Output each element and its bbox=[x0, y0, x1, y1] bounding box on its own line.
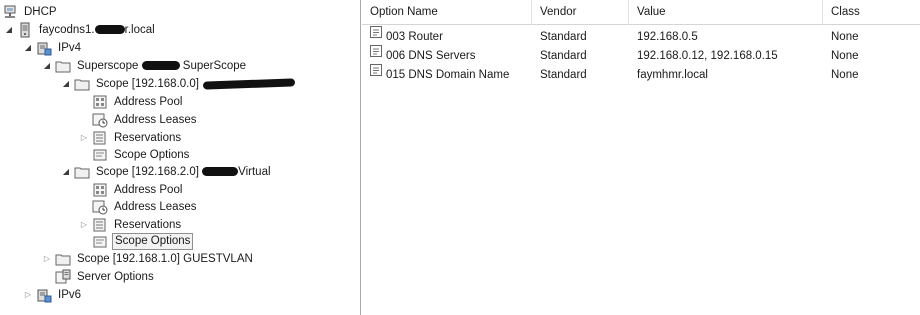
option-name-cell: 003 Router bbox=[370, 26, 532, 47]
tree-node-reservations[interactable]: ▷ Reservations bbox=[79, 216, 183, 233]
tree-label: faycodns1. r.local bbox=[39, 23, 155, 36]
list-row[interactable]: 006 DNS Servers Standard 192.168.0.12, 1… bbox=[362, 45, 920, 66]
expand-arrow-icon[interactable]: ▷ bbox=[79, 220, 89, 230]
value-cell: 192.168.0.5 bbox=[637, 31, 698, 43]
tree-node-server[interactable]: ◢ faycodns1. r.local bbox=[4, 21, 157, 38]
tree-node-address-leases[interactable]: Address Leases bbox=[92, 198, 198, 215]
collapse-arrow-icon[interactable]: ◢ bbox=[61, 167, 71, 177]
scope-options-icon bbox=[92, 147, 108, 163]
scope-options-icon bbox=[92, 234, 108, 250]
tree-node-reservations[interactable]: ▷ Reservations bbox=[79, 129, 183, 146]
tree-label: Reservations bbox=[114, 131, 182, 144]
ipv4-icon bbox=[36, 40, 52, 56]
value-cell: 192.168.0.12, 192.168.0.15 bbox=[637, 50, 778, 62]
option-icon bbox=[370, 45, 382, 64]
collapse-arrow-icon[interactable]: ◢ bbox=[4, 25, 14, 35]
list-row[interactable]: 003 Router Standard 192.168.0.5 None bbox=[362, 26, 920, 47]
list-row[interactable]: 015 DNS Domain Name Standard faymhmr.loc… bbox=[362, 64, 920, 85]
column-header-option-name[interactable]: Option Name bbox=[362, 0, 532, 25]
vendor-cell: Standard bbox=[540, 31, 587, 43]
option-icon bbox=[370, 26, 382, 45]
class-cell: None bbox=[831, 50, 859, 62]
column-header-vendor[interactable]: Vendor bbox=[532, 0, 629, 25]
tree-node-superscope[interactable]: ◢ Superscope SuperScope bbox=[42, 57, 248, 74]
tree-label: Scope [192.168.2.0] Virtual bbox=[96, 165, 271, 178]
redaction-mark bbox=[141, 60, 180, 70]
tree-node-dhcp[interactable]: DHCP bbox=[2, 3, 59, 20]
tree-node-scope-options[interactable]: Scope Options bbox=[92, 146, 191, 163]
option-name-cell: 015 DNS Domain Name bbox=[370, 64, 532, 85]
tree-node-address-leases[interactable]: Address Leases bbox=[92, 111, 198, 128]
expand-arrow-icon[interactable]: ▷ bbox=[79, 133, 89, 143]
tree-node-scope-192-168-0-0[interactable]: ◢ Scope [192.168.0.0] bbox=[61, 75, 296, 92]
expand-arrow-icon[interactable]: ▷ bbox=[42, 254, 52, 264]
collapse-arrow-icon[interactable]: ◢ bbox=[61, 79, 71, 89]
console-tree[interactable]: DHCP ◢ faycodns1. r.local ◢ IPv4 ◢ Super… bbox=[0, 0, 361, 315]
value-cell: faymhmr.local bbox=[637, 69, 708, 81]
server-options-icon bbox=[55, 269, 71, 285]
address-pool-icon bbox=[92, 182, 108, 198]
options-list-view[interactable]: Option Name Vendor Value Class 003 Route… bbox=[362, 0, 920, 315]
tree-node-address-pool[interactable]: Address Pool bbox=[92, 93, 184, 110]
list-header: Option Name Vendor Value Class bbox=[362, 0, 920, 25]
tree-node-ipv4[interactable]: ◢ IPv4 bbox=[23, 39, 83, 56]
tree-label: IPv6 bbox=[58, 288, 82, 301]
tree-label: Scope [192.168.1.0] GUESTVLAN bbox=[77, 252, 253, 265]
address-leases-icon bbox=[92, 112, 108, 128]
option-icon bbox=[370, 64, 382, 83]
redaction-mark bbox=[202, 166, 239, 176]
expand-arrow-icon[interactable]: ▷ bbox=[23, 290, 33, 300]
tree-label: DHCP bbox=[24, 5, 57, 18]
tree-label: Address Leases bbox=[114, 113, 197, 126]
class-cell: None bbox=[831, 31, 859, 43]
tree-node-server-options[interactable]: Server Options bbox=[55, 268, 156, 285]
tree-label: IPv4 bbox=[58, 41, 82, 54]
redaction-mark bbox=[94, 24, 125, 34]
tree-node-scope-options-selected[interactable]: Scope Options bbox=[92, 233, 194, 250]
tree-label: Superscope SuperScope bbox=[77, 59, 247, 72]
superscope-folder-icon bbox=[55, 58, 71, 74]
tree-label: Scope Options bbox=[114, 148, 190, 161]
collapse-arrow-icon[interactable]: ◢ bbox=[23, 43, 33, 53]
tree-node-scope-192-168-2-0[interactable]: ◢ Scope [192.168.2.0] Virtual bbox=[61, 163, 273, 180]
tree-label: Server Options bbox=[77, 270, 154, 283]
collapse-arrow-icon[interactable]: ◢ bbox=[42, 61, 52, 71]
tree-label: Address Pool bbox=[114, 183, 183, 196]
scope-folder-icon bbox=[55, 251, 71, 267]
vendor-cell: Standard bbox=[540, 50, 587, 62]
tree-label: Address Pool bbox=[114, 95, 183, 108]
tree-label: Address Leases bbox=[114, 200, 197, 213]
tree-label: Scope [192.168.0.0] bbox=[96, 77, 199, 90]
tree-label: Reservations bbox=[114, 218, 182, 231]
tree-label: Scope Options bbox=[112, 233, 194, 250]
tree-node-scope-192-168-1-0[interactable]: ▷ Scope [192.168.1.0] GUESTVLAN bbox=[42, 250, 255, 267]
option-name-cell: 006 DNS Servers bbox=[370, 45, 532, 66]
server-icon bbox=[17, 22, 33, 38]
address-leases-icon bbox=[92, 199, 108, 215]
class-cell: None bbox=[831, 69, 859, 81]
tree-node-ipv6[interactable]: ▷ IPv6 bbox=[23, 286, 83, 303]
column-header-class[interactable]: Class bbox=[823, 0, 920, 25]
scope-folder-icon bbox=[74, 164, 90, 180]
redaction-mark bbox=[202, 77, 296, 90]
reservations-icon bbox=[92, 217, 108, 233]
scope-folder-icon bbox=[74, 76, 90, 92]
ipv6-icon bbox=[36, 287, 52, 303]
dhcp-icon bbox=[2, 4, 18, 20]
column-header-value[interactable]: Value bbox=[629, 0, 823, 25]
reservations-icon bbox=[92, 130, 108, 146]
vendor-cell: Standard bbox=[540, 69, 587, 81]
address-pool-icon bbox=[92, 94, 108, 110]
tree-node-address-pool[interactable]: Address Pool bbox=[92, 181, 184, 198]
